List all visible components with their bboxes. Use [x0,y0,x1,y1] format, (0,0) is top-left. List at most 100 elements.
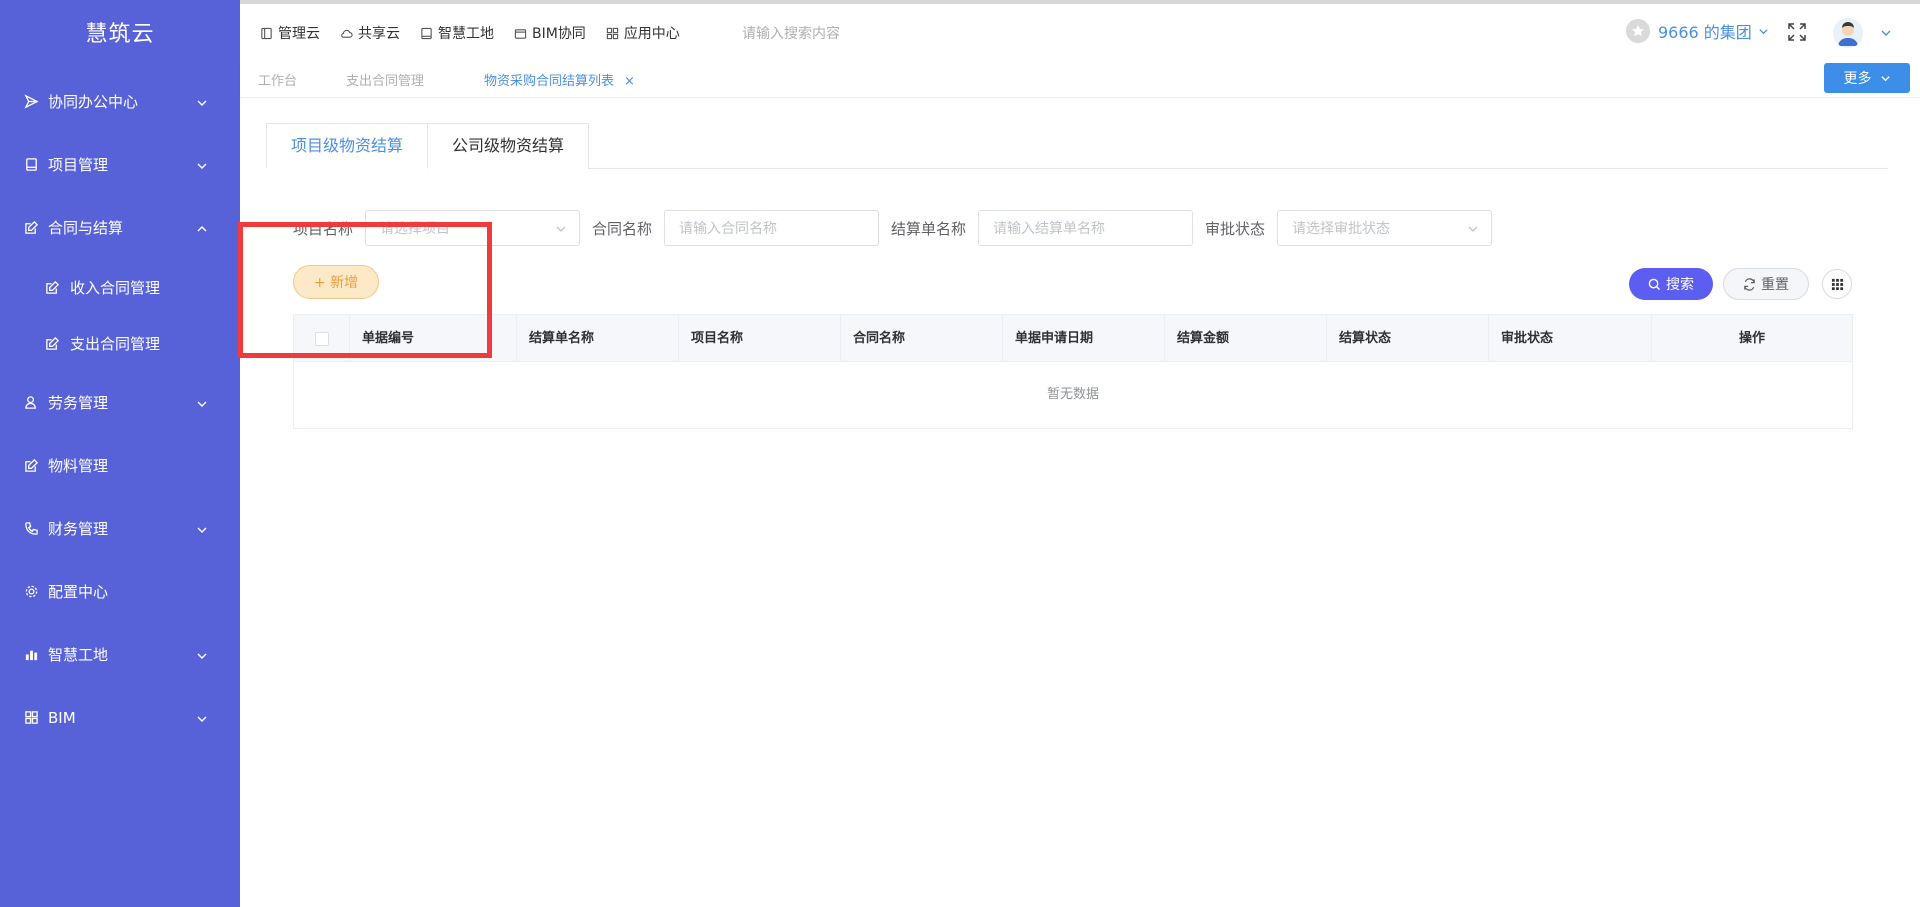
sidebar-menu: 协同办公中心 项目管理 合同与结算 收入合同管理 支出合同管理 劳务管理 物料管… [0,70,240,749]
approval-status-select[interactable]: 请选择审批状态 [1277,210,1493,246]
send-icon [23,94,39,110]
book-icon [23,157,39,173]
topnav-item-shared-cloud[interactable]: 共享云 [340,23,400,43]
avatar[interactable] [1833,18,1863,48]
org-switcher[interactable]: 9666 的集团 [1626,19,1769,43]
column-header: 结算状态 [1327,315,1489,362]
book-icon [421,27,432,39]
close-icon[interactable]: × [624,74,635,89]
settlement-table: 单据编号 结算单名称 项目名称 合同名称 单据申请日期 结算金额 结算状态 审批… [293,314,1853,429]
gear-icon [23,584,39,600]
column-settings-button[interactable] [1822,269,1852,299]
settlement-name-input[interactable]: 请输入结算单名称 [978,210,1194,246]
grid-icon [23,710,39,726]
topnav-item-label: 智慧工地 [438,26,494,42]
sidebar-item-label: 智慧工地 [48,646,109,664]
column-header: 审批状态 [1489,315,1652,362]
user-icon [23,395,39,411]
chevron-down-icon [196,396,207,407]
sidebar-item-label: 合同与结算 [48,219,124,237]
contract-name-placeholder: 请输入合同名称 [679,221,778,237]
column-header: 结算金额 [1165,315,1327,362]
sidebar-item-label: 项目管理 [48,156,109,174]
column-header: 单据申请日期 [1003,315,1165,362]
search-icon [1648,278,1661,290]
tag-material-settlement-list[interactable]: 物资采购合同结算列表 × [484,70,635,89]
sidebar-item-config-center[interactable]: 配置中心 [0,560,240,623]
search-button[interactable]: 搜索 [1629,268,1713,300]
settlement-name-placeholder: 请输入结算单名称 [993,221,1106,237]
phone-icon [23,521,39,537]
sidebar-item-label: BIM [48,708,76,727]
bar-chart-icon [23,647,39,663]
sidebar-item-material-management[interactable]: 物料管理 [0,434,240,497]
more-button-label: 更多 [1843,71,1872,87]
sidebar-subitem-expense-contract[interactable]: 支出合同管理 [0,315,240,371]
chevron-down-icon [196,95,207,106]
tag-workbench[interactable]: 工作台 [258,70,297,89]
table-header: 单据编号 结算单名称 项目名称 合同名称 单据申请日期 结算金额 结算状态 审批… [294,315,1852,362]
column-header: 合同名称 [841,315,1003,362]
chevron-down-icon [196,158,207,169]
contract-name-label: 合同名称 [592,219,653,238]
refresh-icon [1744,277,1755,291]
sidebar-item-label: 物料管理 [48,457,109,475]
sidebar-item-label: 配置中心 [48,583,109,601]
settlement-tabs: 项目级物资结算 公司级物资结算 [266,123,1888,169]
org-logo-icon [1626,19,1650,43]
more-button[interactable]: 更多 [1824,63,1910,93]
reset-button-label: 重置 [1761,277,1789,293]
chevron-down-icon [556,226,566,232]
chevron-up-icon [196,221,207,231]
tab-project-level-settlement[interactable]: 项目级物资结算 [266,123,429,169]
topnav-item-smart-site[interactable]: 智慧工地 [420,23,494,43]
sidebar-item-labor-management[interactable]: 劳务管理 [0,371,240,434]
topnav-item-label: 应用中心 [623,26,680,42]
reset-button[interactable]: 重置 [1723,268,1809,300]
user-avatar-icon [1833,18,1863,48]
chevron-down-icon [1752,22,1769,41]
edit-icon [45,279,61,295]
tab-company-level-settlement[interactable]: 公司级物资结算 [428,123,590,169]
chevron-down-icon [196,648,207,659]
empty-state-text: 暂无数据 [1046,387,1099,402]
sidebar-item-contract-settlement[interactable]: 合同与结算 [0,196,240,259]
contract-name-input[interactable]: 请输入合同名称 [664,210,880,246]
topnav-item-label: 管理云 [278,26,320,42]
grid-icon [1831,278,1843,290]
main-content: 项目级物资结算 公司级物资结算 项目名称 请选择项目 合同名称 请输入合同名称 … [240,98,1920,907]
topnav-item-management-cloud[interactable]: 管理云 [260,23,320,43]
grid-icon [606,27,618,39]
folder-icon [514,28,527,39]
sidebar: 慧筑云 协同办公中心 项目管理 合同与结算 收入合同管理 支出合同管理 劳务管理 [0,0,240,907]
chevron-down-icon [1880,75,1890,81]
sidebar-item-bim[interactable]: BIM [0,686,240,749]
cloud-icon [341,29,353,38]
edit-icon [23,220,39,236]
tag-expense-contract[interactable]: 支出合同管理 [346,70,424,89]
chevron-down-icon[interactable] [1880,27,1892,39]
search-button-label: 搜索 [1666,277,1694,293]
chevron-down-icon [196,711,207,722]
brand-logo: 慧筑云 [85,22,155,47]
fullscreen-icon[interactable] [1788,23,1806,41]
chevron-down-icon [196,522,207,533]
sidebar-item-label: 财务管理 [48,520,109,538]
topnav-item-bim-collab[interactable]: BIM协同 [514,23,586,43]
edit-icon [45,335,61,351]
column-header: 结算单名称 [517,315,679,362]
sidebar-subitem-label: 收入合同管理 [70,278,161,297]
topnav-item-app-center[interactable]: 应用中心 [606,23,680,43]
highlight-box [238,222,492,358]
sidebar-item-project-management[interactable]: 项目管理 [0,133,240,196]
approval-status-placeholder: 请选择审批状态 [1292,221,1391,237]
sidebar-item-collab-office[interactable]: 协同办公中心 [0,70,240,133]
column-header: 操作 [1738,331,1765,346]
global-search-input[interactable] [742,22,942,46]
sidebar-subitem-label: 支出合同管理 [70,334,161,353]
sidebar-subitem-income-contract[interactable]: 收入合同管理 [0,259,240,315]
sidebar-item-finance-management[interactable]: 财务管理 [0,497,240,560]
org-name: 9666 的集团 [1658,23,1752,42]
column-header: 项目名称 [679,315,841,362]
sidebar-item-smart-site[interactable]: 智慧工地 [0,623,240,686]
